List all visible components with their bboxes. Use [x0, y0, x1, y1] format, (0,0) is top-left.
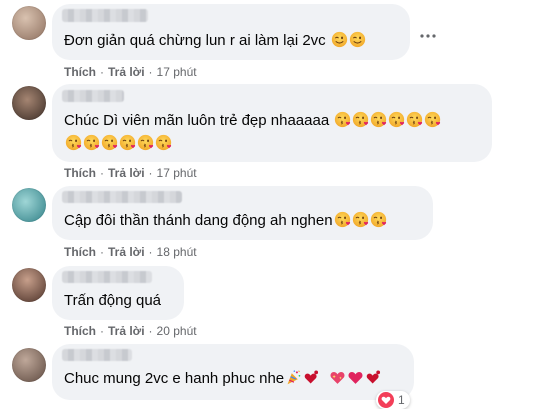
face-blowing-kiss-icon — [137, 134, 154, 151]
avatar[interactable] — [12, 86, 46, 120]
comment-text-content: Cập đôi thần thánh dang động ah nghen — [64, 212, 333, 229]
face-blowing-kiss-icon — [155, 134, 172, 151]
like-link[interactable]: Thích — [64, 245, 96, 259]
face-blowing-kiss-icon — [101, 134, 118, 151]
reply-link[interactable]: Trả lời — [108, 166, 145, 180]
comment-bubble: Cập đôi thần thánh dang động ah nghen — [52, 186, 433, 240]
avatar[interactable] — [12, 268, 46, 302]
author-name-redacted[interactable] — [62, 271, 152, 283]
comment-text-content: Trấn động quá — [64, 292, 162, 309]
comment-text: Chuc mung 2vc e hanh phuc nhe — [64, 368, 382, 390]
red-heart-icon — [347, 369, 364, 386]
comment-text-content: Chuc mung 2vc e hanh phuc nhe — [64, 370, 285, 387]
face-blowing-kiss-icon — [334, 211, 351, 228]
face-blowing-kiss-icon — [119, 134, 136, 151]
avatar[interactable] — [12, 188, 46, 222]
comment-actions: Thích · Trả lời · 18 phút — [64, 245, 197, 259]
reply-link[interactable]: Trả lời — [108, 245, 145, 259]
comment-text: Chúc Dì viên mãn luôn trẻ đẹp nhaaaaa — [64, 110, 441, 132]
comment-bubble: Đơn giản quá chừng lun r ai làm lại 2vc — [52, 4, 410, 60]
comment-text: Trấn động quá — [64, 290, 161, 312]
comment-text-line2 — [64, 133, 172, 155]
heart-exclamation-icon — [365, 369, 382, 386]
comment-bubble: Chúc Dì viên mãn luôn trẻ đẹp nhaaaaa — [52, 84, 492, 162]
face-blowing-kiss-icon — [424, 111, 441, 128]
timestamp[interactable]: 20 phút — [157, 324, 197, 338]
face-blowing-kiss-icon — [370, 111, 387, 128]
timestamp[interactable]: 17 phút — [157, 65, 197, 79]
comment-text: Cập đôi thần thánh dang động ah nghen — [64, 210, 387, 232]
reply-link[interactable]: Trả lời — [108, 324, 145, 338]
face-blowing-kiss-icon — [352, 211, 369, 228]
face-blowing-kiss-icon — [406, 111, 423, 128]
comment-actions: Thích · Trả lời · 20 phút — [64, 324, 197, 338]
author-name-redacted[interactable] — [62, 9, 148, 22]
face-blowing-kiss-icon — [388, 111, 405, 128]
face-blowing-kiss-icon — [334, 111, 351, 128]
comment-bubble: Trấn động quá — [52, 266, 184, 320]
face-blowing-kiss-icon — [370, 211, 387, 228]
comment-actions: Thích · Trả lời · 17 phút — [64, 166, 197, 180]
comment-text-content: Chúc Dì viên mãn luôn trẻ đẹp nhaaaaa — [64, 112, 330, 129]
winking-face-icon — [349, 31, 366, 48]
face-blowing-kiss-icon — [352, 111, 369, 128]
comment-actions: Thích · Trả lời · 17 phút — [64, 65, 197, 79]
party-popper-icon — [285, 369, 302, 386]
more-horizontal-icon[interactable] — [414, 22, 442, 50]
reaction-count: 1 — [398, 393, 405, 407]
like-link[interactable]: Thích — [64, 166, 96, 180]
like-link[interactable]: Thích — [64, 65, 96, 79]
heart-exclamation-icon — [303, 369, 320, 386]
author-name-redacted[interactable] — [62, 90, 124, 102]
comment-actions-partial — [64, 403, 98, 407]
winking-face-icon — [331, 31, 348, 48]
author-name-redacted[interactable] — [62, 349, 132, 361]
like-link[interactable]: Thích — [64, 324, 96, 338]
timestamp[interactable]: 18 phút — [157, 245, 197, 259]
reaction-badge[interactable]: 1 — [376, 391, 410, 409]
face-blowing-kiss-icon — [65, 134, 82, 151]
timestamp[interactable]: 17 phút — [157, 166, 197, 180]
reply-link[interactable]: Trả lời — [108, 65, 145, 79]
sparkling-heart-icon — [329, 369, 346, 386]
love-reaction-icon — [378, 392, 394, 408]
avatar[interactable] — [12, 348, 46, 382]
avatar[interactable] — [12, 6, 46, 40]
face-blowing-kiss-icon — [83, 134, 100, 151]
author-name-redacted[interactable] — [62, 191, 182, 203]
comment-text: Đơn giản quá chừng lun r ai làm lại 2vc — [64, 30, 366, 52]
comment-bubble: Chuc mung 2vc e hanh phuc nhe — [52, 344, 414, 400]
comment-text-content: Đơn giản quá chừng lun r ai làm lại 2vc — [64, 32, 326, 49]
